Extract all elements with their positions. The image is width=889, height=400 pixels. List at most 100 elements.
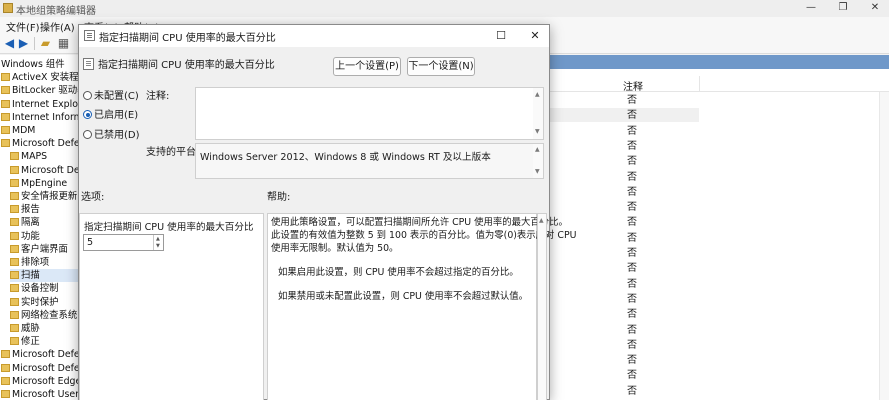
- tree-item[interactable]: MpEngine: [10, 177, 79, 190]
- spin-down-icon[interactable]: ▼: [156, 244, 160, 249]
- close-icon[interactable]: ✕: [864, 1, 886, 15]
- tree-item[interactable]: Microsoft Defend: [1, 137, 79, 150]
- tree-item[interactable]: MAPS: [10, 150, 79, 163]
- tree-item[interactable]: 实时保护: [10, 296, 79, 309]
- tree-item[interactable]: 修正: [10, 335, 79, 348]
- list-row-value[interactable]: 否: [627, 324, 647, 338]
- tree-item[interactable]: Windows 组件: [1, 58, 79, 71]
- platform-scrollbar[interactable]: ▲ ▼: [533, 144, 543, 178]
- tree-item[interactable]: Internet Informati: [1, 111, 79, 124]
- tree-item[interactable]: 功能: [10, 230, 79, 243]
- list-row-value[interactable]: 否: [627, 278, 647, 292]
- dialog-maximize-icon[interactable]: ☐: [491, 28, 511, 44]
- folder-icon: [10, 178, 19, 187]
- tree-item-label: Microsoft User Ex: [12, 389, 80, 400]
- folder-icon: [10, 205, 19, 214]
- list-row-value[interactable]: 否: [627, 308, 647, 322]
- forward-arrow-icon[interactable]: ▶: [17, 37, 30, 50]
- folder-icon: [10, 231, 19, 240]
- folder-icon: [10, 297, 19, 306]
- column-separator[interactable]: [699, 76, 700, 92]
- spin-up-icon[interactable]: ▲: [156, 237, 160, 242]
- tree-item[interactable]: ActiveX 安装程序: [1, 71, 79, 84]
- tree-item-label: 报告: [21, 204, 40, 216]
- tree-item[interactable]: 排除项: [10, 256, 79, 269]
- menu-action[interactable]: 操作(A): [40, 19, 75, 34]
- list-row-value[interactable]: 否: [627, 109, 647, 123]
- list-row-value[interactable]: 否: [627, 216, 647, 230]
- list-scrollbar[interactable]: [879, 92, 889, 400]
- policy-tree[interactable]: Windows 组件ActiveX 安装程序BitLocker 驱动器加Inte…: [0, 55, 80, 400]
- list-row-value[interactable]: 否: [627, 201, 647, 215]
- list-row-value[interactable]: 否: [627, 262, 647, 276]
- tree-item[interactable]: 安全情报更新: [10, 190, 79, 203]
- radio-not-configured[interactable]: 未配置(C): [83, 90, 139, 103]
- comment-scrollbar[interactable]: ▲ ▼: [533, 88, 543, 139]
- tree-item-label: 功能: [21, 230, 40, 242]
- list-row-value[interactable]: 否: [627, 293, 647, 307]
- show-hide-tree-icon[interactable]: ▦: [57, 37, 70, 50]
- list-row-value[interactable]: 否: [627, 155, 647, 169]
- scroll-up-icon[interactable]: ▲: [535, 92, 540, 98]
- list-row-value[interactable]: 否: [627, 125, 647, 139]
- tree-item[interactable]: 客户端界面: [10, 243, 79, 256]
- tree-item-label: 隔离: [21, 217, 40, 229]
- policy-setting-dialog: 指定扫描期间 CPU 使用率的最大百分比 ☐ ✕ 指定扫描期间 CPU 使用率的…: [78, 24, 576, 400]
- list-row-value[interactable]: 否: [627, 354, 647, 368]
- help-text-line: 此设置的有效值为整数 5 到 100 表示的百分比。值为零(0)表示应对 CPU: [271, 230, 577, 241]
- tree-item[interactable]: Microsoft Edge: [1, 375, 79, 388]
- list-row-value[interactable]: 否: [627, 247, 647, 261]
- tree-item[interactable]: Internet Explorer: [1, 98, 79, 111]
- list-column-header[interactable]: 注释: [549, 76, 889, 93]
- tree-item[interactable]: Microsoft Defend: [1, 362, 79, 375]
- radio-enabled[interactable]: 已启用(E): [83, 109, 138, 122]
- tree-item[interactable]: 网络检查系统: [10, 309, 79, 322]
- list-row-value[interactable]: 否: [627, 385, 647, 399]
- tree-item[interactable]: 隔离: [10, 216, 79, 229]
- tree-item[interactable]: MDM: [1, 124, 79, 137]
- back-arrow-icon[interactable]: ◀: [3, 37, 16, 50]
- scroll-up-icon[interactable]: ▲: [539, 218, 544, 224]
- tree-item-label: MAPS: [21, 151, 48, 163]
- help-scrollbar[interactable]: ▲: [537, 213, 547, 400]
- list-row-value[interactable]: 否: [627, 369, 647, 383]
- tree-item[interactable]: 设备控制: [10, 282, 79, 295]
- tree-item[interactable]: 报告: [10, 203, 79, 216]
- setting-header-icon: [83, 58, 94, 70]
- tree-item-label: Microsoft Defend: [12, 349, 80, 361]
- scroll-up-icon[interactable]: ▲: [535, 147, 540, 153]
- tree-item-label: 网络检查系统: [21, 309, 78, 321]
- scroll-down-icon[interactable]: ▼: [535, 169, 540, 175]
- list-row-value[interactable]: 否: [627, 232, 647, 246]
- tree-item[interactable]: Microsoft User Ex: [1, 388, 80, 400]
- options-panel: 指定扫描期间 CPU 使用率的最大百分比 5 ▲ ▼: [79, 213, 264, 400]
- tree-item[interactable]: Microsoft Defe: [10, 164, 79, 177]
- list-row-value[interactable]: 否: [627, 186, 647, 200]
- folder-icon: [10, 258, 19, 266]
- radio-disabled[interactable]: 已禁用(D): [83, 129, 140, 142]
- maximize-icon[interactable]: ❐: [832, 1, 854, 15]
- help-panel: 使用此策略设置，可以配置扫描期间所允许 CPU 使用率的最大百分比。 此设置的有…: [267, 213, 576, 400]
- up-folder-icon[interactable]: ▰: [39, 37, 52, 50]
- list-row-value[interactable]: 否: [627, 339, 647, 353]
- cpu-percent-value[interactable]: 5: [87, 237, 93, 248]
- previous-setting-button[interactable]: 上一个设置(P): [333, 57, 401, 76]
- list-row-value[interactable]: 否: [627, 140, 647, 154]
- list-row-value[interactable]: 否: [627, 94, 647, 108]
- scroll-down-icon[interactable]: ▼: [535, 129, 540, 135]
- folder-icon: [1, 139, 10, 148]
- dialog-close-icon[interactable]: ✕: [525, 28, 545, 44]
- spinner-buttons[interactable]: ▲ ▼: [153, 235, 163, 250]
- cpu-percent-spinner[interactable]: 5 ▲ ▼: [83, 234, 164, 251]
- comment-textarea[interactable]: ▲ ▼: [195, 87, 544, 140]
- tree-item[interactable]: 威胁: [10, 322, 79, 335]
- tree-item[interactable]: Microsoft Defend: [1, 348, 80, 361]
- folder-icon: [1, 112, 10, 121]
- tree-item[interactable]: BitLocker 驱动器加: [1, 84, 79, 97]
- dialog-title: 指定扫描期间 CPU 使用率的最大百分比: [99, 33, 276, 44]
- list-row-value[interactable]: 否: [627, 171, 647, 185]
- next-setting-button[interactable]: 下一个设置(N): [407, 57, 475, 76]
- minimize-icon[interactable]: —: [800, 1, 822, 15]
- menu-file[interactable]: 文件(F): [6, 19, 40, 34]
- tree-item[interactable]: 扫描: [10, 269, 79, 283]
